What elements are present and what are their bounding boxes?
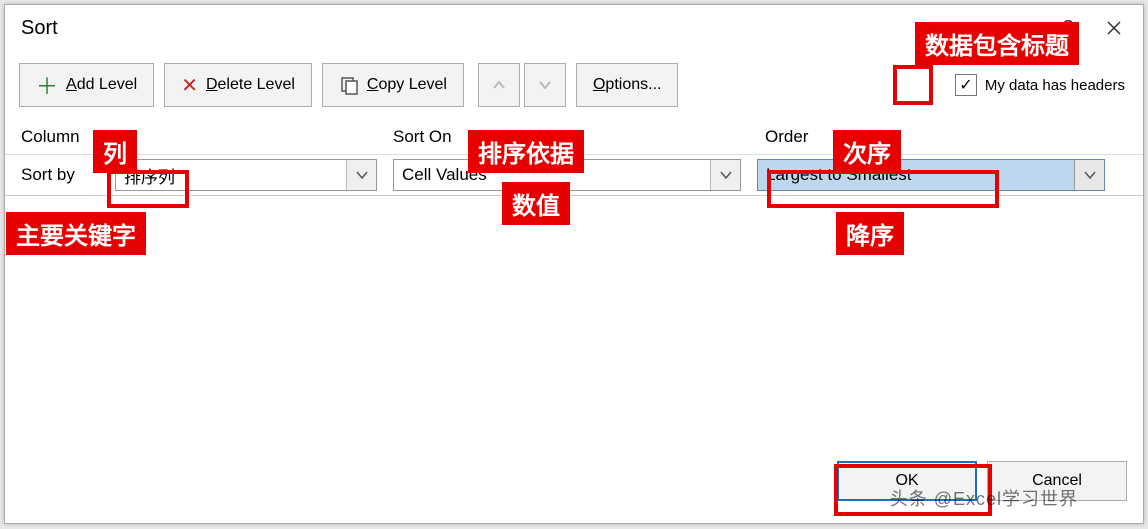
move-up-button[interactable] xyxy=(478,63,520,107)
close-button[interactable] xyxy=(1091,8,1137,48)
chevron-down-icon xyxy=(1074,160,1104,190)
move-down-button[interactable] xyxy=(524,63,566,107)
delete-level-button[interactable]: ✕ Delete Level xyxy=(164,63,312,107)
header-order: Order xyxy=(765,127,1127,147)
copy-icon xyxy=(339,75,359,95)
column-combobox[interactable]: 排序列 xyxy=(115,159,377,191)
headers-checkbox[interactable]: ✓ xyxy=(955,74,977,96)
close-icon xyxy=(1106,20,1122,36)
annotation-sort-on: 排序依据 xyxy=(468,130,584,173)
annotation-order: 次序 xyxy=(833,130,901,173)
annotation-cell-values: 数值 xyxy=(502,182,570,225)
column-value: 排序列 xyxy=(116,163,346,188)
add-level-label: Add Level xyxy=(66,76,137,94)
chevron-up-icon xyxy=(492,78,506,92)
copy-level-label: Copy Level xyxy=(367,76,447,94)
header-column: Column xyxy=(21,127,393,147)
annotation-primary-key: 主要关键字 xyxy=(6,212,146,255)
options-label: Options... xyxy=(593,76,661,94)
annotation-headers: 数据包含标题 xyxy=(915,22,1079,65)
chevron-down-icon xyxy=(346,160,376,190)
annotation-descending: 降序 xyxy=(836,212,904,255)
levels-list-area xyxy=(5,195,1143,451)
options-button[interactable]: Options... xyxy=(576,63,678,107)
delete-level-label: Delete Level xyxy=(206,76,295,94)
order-combobox[interactable]: Largest to Smallest xyxy=(757,159,1105,191)
delete-icon: ✕ xyxy=(181,73,198,98)
add-level-button[interactable]: ＋ Add Level xyxy=(19,63,154,107)
sort-dialog: Sort ? ＋ Add Level ✕ Delete Level Copy L… xyxy=(4,4,1144,524)
copy-level-button[interactable]: Copy Level xyxy=(322,63,464,107)
chevron-down-icon xyxy=(710,160,740,190)
check-icon: ✓ xyxy=(959,75,972,95)
headers-label: My data has headers xyxy=(985,77,1125,94)
watermark: 头条 @Excel学习世界 xyxy=(890,485,1078,511)
plus-icon: ＋ xyxy=(36,69,58,101)
order-value: Largest to Smallest xyxy=(758,165,1074,185)
chevron-down-icon xyxy=(538,78,552,92)
dialog-title: Sort xyxy=(21,17,58,40)
annotation-column: 列 xyxy=(93,130,137,173)
